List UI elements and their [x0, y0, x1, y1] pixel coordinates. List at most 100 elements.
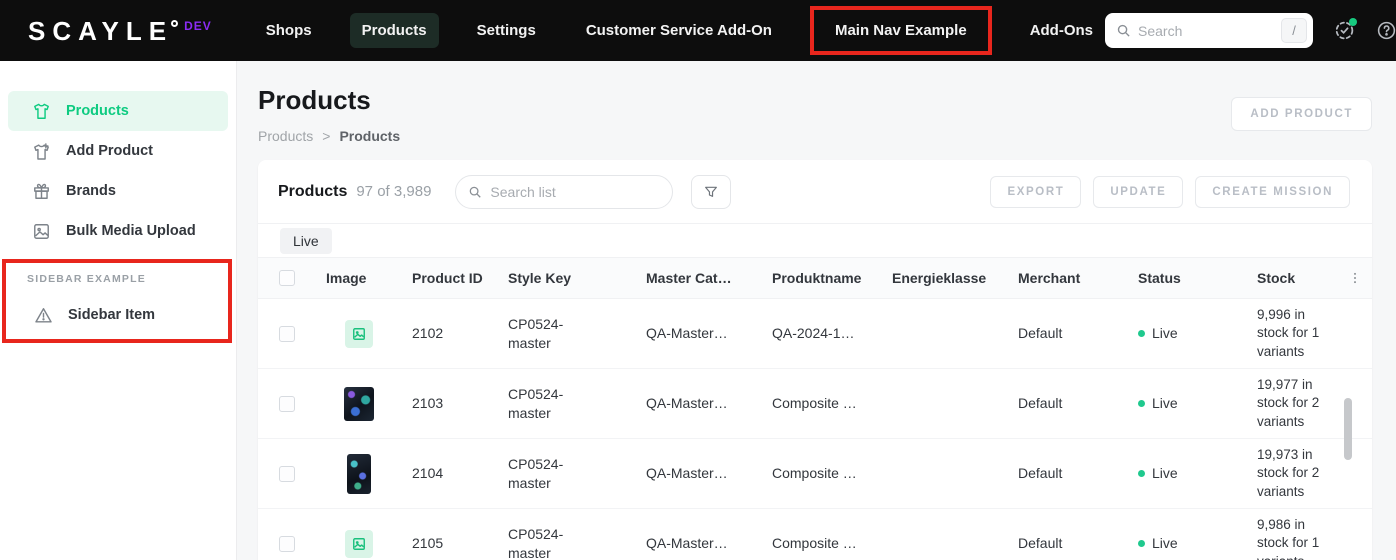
list-title: Products [278, 182, 348, 200]
image-placeholder-icon [353, 537, 365, 550]
breadcrumb-current: Products [339, 128, 401, 144]
create-mission-button[interactable]: CREATE MISSION [1195, 175, 1350, 208]
product-thumbnail [345, 319, 373, 348]
column-settings-button[interactable] [1348, 270, 1362, 286]
sidebar-item-example[interactable]: Sidebar Item [10, 295, 224, 335]
table-scrollbar[interactable] [1344, 398, 1352, 460]
sidebar-item-bulk-media-upload[interactable]: Bulk Media Upload [8, 211, 228, 251]
products-table: Image Product ID Style Key Master Cat… P… [258, 257, 1372, 560]
row-checkbox[interactable] [279, 535, 295, 552]
cell-status: Live [1126, 464, 1246, 483]
cell-stock: 9,986 in stock for 1 variants [1257, 517, 1320, 560]
filter-funnel-icon [705, 186, 718, 197]
filter-button[interactable] [691, 174, 732, 209]
vertical-dots-icon [1354, 272, 1356, 284]
status-label: Live [1152, 465, 1178, 482]
tshirt-icon [32, 102, 51, 121]
product-thumbnail [347, 453, 371, 494]
cell-merchant: Default [1018, 535, 1063, 552]
nav-item-add-ons[interactable]: Add-Ons [1018, 13, 1105, 48]
breadcrumb-root[interactable]: Products [258, 128, 313, 144]
table-row[interactable]: 2103 CP0524-master QA-Master… Composite … [258, 369, 1372, 439]
cell-stock: 9,996 in stock for 1 variants [1257, 307, 1320, 359]
cell-produktname: Composite … [772, 395, 857, 412]
annotation-box-main-nav-example: Main Nav Example [809, 6, 992, 55]
products-list-card: Products 97 of 3,989 EXPORT UPDATE CREAT… [258, 160, 1372, 560]
list-search[interactable] [455, 174, 674, 209]
status-live-dot-icon [1138, 399, 1145, 407]
list-count: 97 of 3,989 [356, 183, 432, 200]
row-checkbox[interactable] [279, 465, 295, 482]
column-header-style-key: Style Key [508, 269, 572, 286]
list-header: Products 97 of 3,989 EXPORT UPDATE CREAT… [258, 160, 1372, 224]
column-header-produktname: Produktname [772, 269, 862, 286]
column-header-status: Status [1138, 269, 1181, 286]
update-button[interactable]: UPDATE [1093, 175, 1184, 208]
search-icon [470, 186, 482, 198]
cell-stock: 19,973 in stock for 2 variants [1257, 447, 1320, 499]
dev-environment-badge: DEV [184, 18, 212, 33]
select-all-checkbox[interactable] [279, 270, 295, 286]
scayle-logo-text: SCAYLE [28, 15, 174, 46]
gift-icon [32, 182, 51, 201]
cell-status: Live [1126, 394, 1246, 413]
table-row[interactable]: 2105 CP0524-master QA-Master… Composite … [258, 509, 1372, 560]
export-button[interactable]: EXPORT [990, 175, 1082, 208]
cell-status: Live [1126, 534, 1246, 553]
nav-item-products[interactable]: Products [349, 13, 439, 48]
sidebar-item-products[interactable]: Products [8, 91, 228, 131]
global-search[interactable]: / [1105, 13, 1314, 48]
search-icon [1117, 24, 1130, 37]
cell-status: Live [1126, 324, 1246, 343]
cell-style-key: CP0524-master [508, 385, 564, 421]
image-icon [32, 222, 51, 241]
scayle-logo-ring-icon [171, 19, 179, 27]
scayle-logo[interactable]: SCAYLE DEV [28, 18, 212, 44]
nav-item-settings[interactable]: Settings [465, 13, 548, 48]
system-status-icon[interactable] [1334, 18, 1358, 41]
table-row[interactable]: 2102 CP0524-master QA-Master… QA-2024-1…… [258, 299, 1372, 369]
table-row[interactable]: 2104 CP0524-master QA-Master… Composite … [258, 439, 1372, 509]
cell-master-category: QA-Master… [646, 535, 728, 552]
main-content: Products Products > Products ADD PRODUCT… [237, 61, 1396, 560]
tshirt-plus-icon [32, 142, 51, 161]
product-table-body: 2102 CP0524-master QA-Master… QA-2024-1…… [258, 299, 1372, 560]
cell-style-key: CP0524-master [508, 315, 564, 351]
breadcrumb: Products > Products [258, 128, 400, 144]
sidebar-item-add-product[interactable]: Add Product [8, 131, 228, 171]
add-product-button[interactable]: ADD PRODUCT [1231, 97, 1372, 131]
cell-produktname: Composite … [772, 535, 857, 552]
sidebar: Products Add Product Brands Bulk Media U… [0, 61, 237, 560]
status-label: Live [1152, 325, 1178, 342]
cell-product-id: 2103 [412, 395, 444, 412]
status-online-dot [1349, 18, 1358, 26]
list-search-input[interactable] [490, 183, 661, 200]
cell-merchant: Default [1018, 395, 1063, 412]
nav-item-customer-service-add-on[interactable]: Customer Service Add-On [574, 13, 784, 48]
column-header-merchant: Merchant [1018, 269, 1081, 286]
tab-live[interactable]: Live [280, 227, 332, 254]
nav-item-main-nav-example[interactable]: Main Nav Example [823, 13, 979, 48]
nav-item-shops[interactable]: Shops [254, 13, 324, 48]
list-tabs: Live [258, 224, 1372, 257]
sidebar-item-brands[interactable]: Brands [8, 171, 228, 211]
column-header-energieklasse: Energieklasse [892, 269, 987, 286]
column-header-product-id: Product ID [412, 269, 483, 286]
image-placeholder-icon [353, 327, 365, 340]
topbar-right-controls: / [1105, 13, 1396, 48]
row-checkbox[interactable] [279, 395, 295, 412]
row-checkbox[interactable] [279, 325, 295, 342]
sidebar-section-label: SIDEBAR EXAMPLE [27, 273, 146, 285]
product-thumbnail [345, 529, 373, 558]
main-navigation: Shops Products Settings Customer Service… [254, 6, 1105, 55]
status-live-dot-icon [1138, 539, 1145, 547]
product-thumbnail [344, 386, 374, 421]
annotation-box-sidebar-example: SIDEBAR EXAMPLE Sidebar Item [2, 259, 232, 343]
help-icon[interactable] [1376, 20, 1396, 41]
cell-merchant: Default [1018, 325, 1063, 342]
cell-produktname: Composite … [772, 465, 857, 482]
sidebar-item-label: Bulk Media Upload [66, 223, 196, 239]
global-search-input[interactable] [1138, 22, 1282, 39]
sidebar-item-label: Sidebar Item [68, 307, 156, 323]
cell-product-id: 2102 [412, 325, 444, 342]
